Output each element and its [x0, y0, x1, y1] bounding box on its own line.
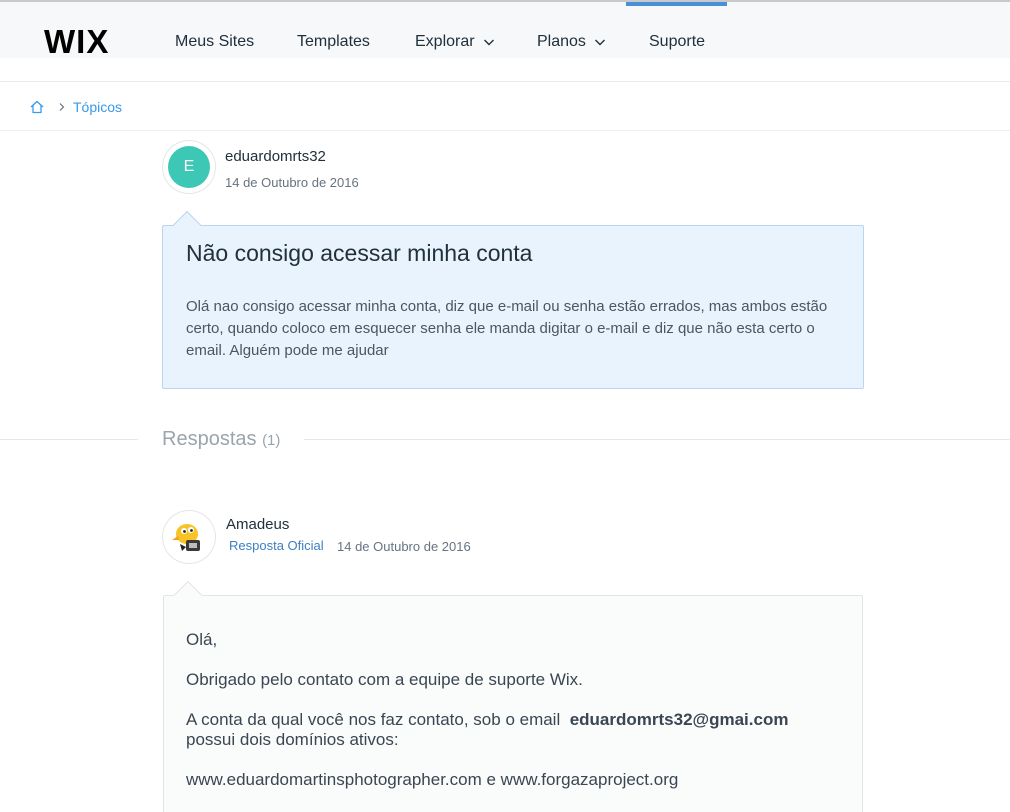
speech-arrow — [172, 210, 202, 240]
reply-line-1: Obrigado pelo contato com a equipe de su… — [186, 670, 583, 689]
responses-count: (1) — [262, 432, 281, 449]
reply-date: 14 de Outubro de 2016 — [337, 539, 471, 554]
nav-suporte[interactable]: Suporte — [649, 33, 705, 51]
question-date: 14 de Outubro de 2016 — [225, 175, 359, 190]
reply-domains: www.eduardomartinsphotographer.com e www… — [186, 770, 679, 789]
chevron-right-icon — [59, 103, 65, 111]
reply-author-avatar[interactable] — [163, 511, 215, 563]
reply-email: eduardomrts32@gmai.com — [569, 710, 789, 729]
question-author-avatar[interactable]: E — [163, 141, 215, 193]
nav-label: Meus Sites — [175, 33, 255, 50]
nav-planos[interactable]: Planos — [537, 33, 606, 51]
reply-author-name[interactable]: Amadeus — [226, 516, 289, 533]
chevron-down-icon — [483, 39, 494, 46]
header-divider — [0, 81, 1010, 82]
site-header: WIX — [0, 2, 1010, 60]
nav-label: Suporte — [649, 33, 706, 50]
breadcrumb-topics-link[interactable]: Tópicos — [73, 99, 122, 115]
breadcrumb: Tópicos — [29, 98, 122, 116]
responses-divider-right — [304, 439, 1010, 440]
official-answer-badge: Resposta Oficial — [229, 538, 324, 553]
responses-heading: Respostas (1) — [162, 428, 280, 451]
nav-explorar[interactable]: Explorar — [415, 33, 495, 51]
question-title: Não consigo acessar minha conta — [186, 240, 533, 266]
reply-line-2-suffix: possui dois domínios ativos: — [186, 730, 399, 749]
nav-label: Templates — [297, 33, 370, 50]
reply-body: Olá, Obrigado pelo contato com a equipe … — [186, 630, 836, 810]
reply-post: Olá, Obrigado pelo contato com a equipe … — [163, 580, 863, 812]
home-icon[interactable] — [29, 99, 45, 115]
avatar-initial: E — [168, 146, 210, 188]
wix-logo[interactable]: WIX — [44, 24, 109, 60]
nav-templates[interactable]: Templates — [297, 33, 370, 51]
nav-active-indicator — [626, 2, 727, 6]
nav-label: Planos — [537, 33, 586, 50]
nav-label: Explorar — [415, 33, 475, 50]
question-post: Não consigo acessar minha conta Olá nao … — [162, 210, 864, 389]
amadeus-mascot-icon — [172, 524, 200, 551]
responses-divider-left — [0, 439, 138, 440]
question-author-name[interactable]: eduardomrts32 — [225, 148, 326, 165]
question-body: Olá nao consigo acessar minha conta, diz… — [186, 298, 828, 359]
responses-label: Respostas — [162, 428, 257, 450]
breadcrumb-divider — [0, 130, 1010, 131]
chevron-down-icon — [594, 39, 605, 46]
reply-line-2-prefix: A conta da qual você nos faz contato, so… — [186, 710, 561, 729]
speech-arrow — [173, 580, 203, 610]
reply-line-2: A conta da qual você nos faz contato, so… — [186, 710, 836, 750]
reply-greeting: Olá, — [186, 630, 218, 649]
nav-meus-sites[interactable]: Meus Sites — [175, 33, 254, 51]
